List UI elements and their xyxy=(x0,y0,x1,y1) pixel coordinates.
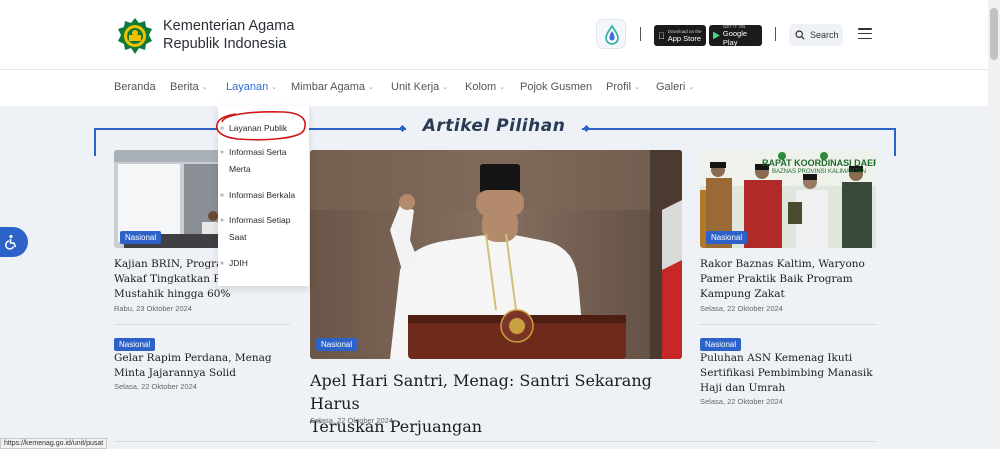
header-separator xyxy=(775,27,776,41)
apple-icon:  xyxy=(658,31,665,41)
scrollbar-thumb[interactable] xyxy=(990,8,998,60)
site-brand[interactable]: Kementerian Agama Republik Indonesia xyxy=(163,17,294,53)
article-headline[interactable]: Kajian BRIN, Program Wakaf Tingkatkan Pe… xyxy=(114,257,232,302)
photo-banner-subtext: BAZNAS PROVINSI KALIMANTAN xyxy=(772,169,866,175)
article-date: Rabu, 23 Oktober 2024 xyxy=(114,304,192,313)
featured-article-image[interactable] xyxy=(310,150,682,359)
chevron-down-icon: ⌄ xyxy=(271,84,278,91)
search-button[interactable]: Search xyxy=(789,24,843,46)
search-label: Search xyxy=(810,30,839,40)
bullet-icon: » xyxy=(220,217,224,224)
photo-banner-text: RAPAT KOORDINASI DAERAH xyxy=(762,158,876,168)
chevron-down-icon: ⌄ xyxy=(688,84,695,91)
accessibility-button[interactable] xyxy=(0,227,28,257)
article-headline[interactable]: Rakor Baznas Kaltim, Waryono Pamer Prakt… xyxy=(700,257,890,302)
category-badge[interactable]: Nasional xyxy=(316,338,358,351)
page-scrollbar[interactable] xyxy=(988,0,1000,449)
article-headline[interactable]: Gelar Rapim Perdana, Menag Minta Jajaran… xyxy=(114,351,294,381)
droplet-icon xyxy=(605,24,619,45)
site-header: Kementerian Agama Republik Indonesia  D… xyxy=(0,0,988,70)
nav-item-mimbar-agama[interactable]: Mimbar Agama ⌄ xyxy=(291,81,374,93)
chevron-down-icon: ⌄ xyxy=(499,84,506,91)
article-date: Selasa, 22 Oktober 2024 xyxy=(700,304,783,313)
link-status-bar: https://kemenag.go.id/unit/pusat xyxy=(0,438,108,449)
nav-item-beranda[interactable]: Beranda xyxy=(114,81,156,93)
bullet-icon: » xyxy=(220,149,224,156)
hamburger-menu-icon[interactable] xyxy=(858,28,872,40)
chevron-down-icon: ⌄ xyxy=(634,84,640,91)
google-play-label: Google Play xyxy=(722,29,748,47)
brand-line-1: Kementerian Agama xyxy=(163,18,295,34)
chevron-down-icon: ⌄ xyxy=(442,84,449,91)
app-store-label: App Store xyxy=(661,33,701,43)
section-divider xyxy=(114,441,876,442)
nav-item-pojok-gusmen[interactable]: Pojok Gusmen xyxy=(520,81,592,93)
featured-article-headline[interactable]: Apel Hari Santri, Menag: Santri Sekarang… xyxy=(310,369,690,438)
main-navigation: Beranda Berita ⌄ Layanan ⌄ Mimbar Agama ⌄ U… xyxy=(0,70,988,106)
section-diamond-icon xyxy=(398,124,407,133)
kemenag-logo[interactable] xyxy=(116,17,154,55)
article-date: Selasa, 22 Oktober 2024 xyxy=(700,397,783,406)
dropdown-item-jdih[interactable]: » JDIH xyxy=(220,255,248,272)
article-divider xyxy=(700,324,876,325)
annotation-circle xyxy=(216,111,306,141)
dropdown-item-informasi-berkala[interactable]: » Informasi Berkala xyxy=(220,187,295,204)
brand-line-2: Republik Indonesia xyxy=(163,36,287,52)
nav-item-unit-kerja[interactable]: Unit Kerja ⌄ xyxy=(391,81,448,93)
nav-item-kolom[interactable]: Kolom ⌄ xyxy=(465,81,505,93)
section-frame-line xyxy=(94,128,96,156)
nav-item-galeri[interactable]: Galeri ⌄ xyxy=(656,81,694,93)
section-frame-line xyxy=(582,128,896,130)
category-badge[interactable]: Nasional xyxy=(114,338,156,351)
wheelchair-icon xyxy=(5,234,17,250)
chevron-down-icon: ⌄ xyxy=(201,84,208,91)
bullet-icon: » xyxy=(220,192,224,199)
bullet-icon: » xyxy=(220,260,224,267)
category-badge[interactable]: Nasional xyxy=(700,338,742,351)
header-separator xyxy=(640,27,641,41)
section-title: Artikel Pilihan xyxy=(422,116,566,136)
app-store-sub: Download on the xyxy=(661,28,702,34)
dropdown-item-informasi-serta-merta[interactable]: » Informasi Serta Merta xyxy=(220,144,287,178)
article-headline[interactable]: Puluhan ASN Kemenag Ikuti Sertifikasi Pe… xyxy=(700,351,890,396)
play-icon xyxy=(713,31,720,40)
section-frame-line xyxy=(894,128,896,156)
search-icon xyxy=(795,30,805,40)
nav-item-profil[interactable]: Profil ⌄ xyxy=(606,81,640,93)
category-badge[interactable]: Nasional xyxy=(706,231,748,244)
section-diamond-icon xyxy=(582,124,591,133)
featured-photo xyxy=(310,150,682,359)
chevron-down-icon: ⌄ xyxy=(367,84,374,91)
google-play-button[interactable]: GET IT ON Google Play xyxy=(709,24,762,47)
dropdown-item-informasi-setiap-saat[interactable]: » Informasi Setiap Saat xyxy=(220,212,290,246)
article-date: Selasa, 22 Oktober 2024 xyxy=(114,382,197,391)
nav-item-layanan[interactable]: Layanan ⌄ xyxy=(226,81,277,93)
app-store-button[interactable]:  Download on the App Store xyxy=(654,25,706,46)
article-divider xyxy=(114,324,290,325)
nav-item-berita[interactable]: Berita ⌄ xyxy=(170,81,208,93)
category-badge[interactable]: Nasional xyxy=(120,231,162,244)
article-date: Selasa, 22 Oktober 2024 xyxy=(310,416,393,425)
app-icon-button[interactable] xyxy=(596,19,626,49)
